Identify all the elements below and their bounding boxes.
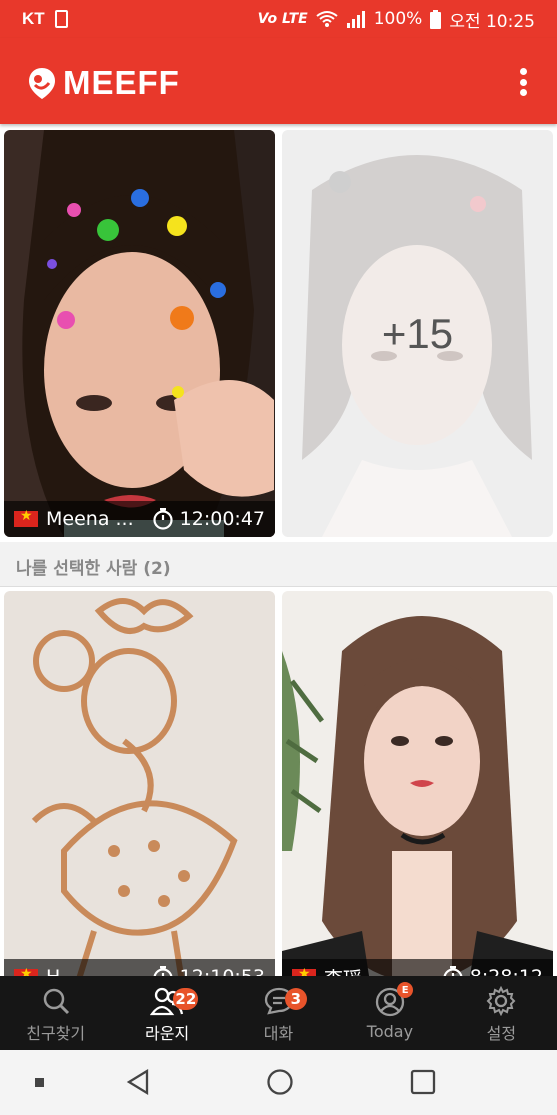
vietnam-flag-icon [14, 508, 38, 527]
timer-value: 12:00:47 [179, 508, 265, 530]
nav-lounge[interactable]: 22 라운지 [111, 976, 222, 1050]
profile-card[interactable]: 李瑶 8:28:12 [282, 591, 553, 995]
battery-icon [430, 9, 442, 29]
volte-label: Vo LTE [257, 11, 308, 27]
lounge-badge: 22 [173, 988, 199, 1010]
nav-label: Today [366, 1022, 414, 1041]
profile-card[interactable]: H 12:10:53 [4, 591, 275, 995]
nav-settings[interactable]: 설정 [446, 976, 557, 1050]
today-badge: E [397, 982, 414, 998]
nav-label: 친구찾기 [26, 1024, 86, 1043]
profile-name: Meena ... [46, 508, 134, 530]
app-bar: MEEFF [0, 38, 557, 124]
more-count-overlay: +15 [381, 310, 454, 357]
meeff-logo: MEEFF [27, 64, 180, 102]
more-profiles-card[interactable]: +15 [282, 130, 553, 537]
battery-saver-icon [54, 10, 68, 28]
chat-badge: 3 [284, 988, 307, 1010]
profile-photo [4, 591, 275, 995]
recents-dot-icon[interactable] [35, 1078, 44, 1087]
brand-name: MEEFF [63, 64, 180, 101]
card-caption: Meena ... 12:00:47 [4, 501, 275, 537]
clock: 오전 10:25 [449, 11, 535, 32]
section-header: 나를 선택한 사람 (2) [0, 542, 557, 587]
wifi-icon [316, 11, 338, 27]
carrier-label: KT [22, 9, 45, 28]
bottom-nav: 친구찾기 22 라운지 3 대화 E Today 설정 [0, 976, 557, 1050]
stopwatch-icon [153, 508, 173, 530]
nav-label: 라운지 [145, 1024, 190, 1043]
battery-percent: 100% [373, 9, 423, 29]
nav-today[interactable]: E Today [334, 976, 445, 1050]
overview-icon[interactable] [410, 1069, 436, 1095]
timer: 12:00:47 [152, 508, 265, 530]
profile-photo [4, 130, 275, 537]
nav-find-friends[interactable]: 친구찾기 [0, 976, 111, 1050]
profile-photo [282, 591, 553, 995]
logo-icon [29, 68, 55, 99]
status-bar: KT Vo LTE 100% 오전 10:25 [0, 0, 557, 38]
status-right: Vo LTE 100% 오전 10:25 [258, 0, 535, 38]
nav-chat[interactable]: 3 대화 [223, 976, 334, 1050]
profile-card[interactable]: Meena ... 12:00:47 [4, 130, 275, 537]
signal-icon [346, 11, 365, 28]
nav-label: 대화 [263, 1024, 294, 1043]
back-icon[interactable] [125, 1068, 151, 1096]
system-nav-bar [0, 1050, 557, 1115]
search-icon [43, 988, 69, 1015]
section-title: 나를 선택한 사람 (2) [16, 559, 171, 579]
more-vert-icon[interactable] [519, 68, 527, 96]
gear-icon [486, 986, 516, 1016]
nav-label: 설정 [486, 1024, 517, 1043]
home-icon[interactable] [266, 1068, 294, 1096]
